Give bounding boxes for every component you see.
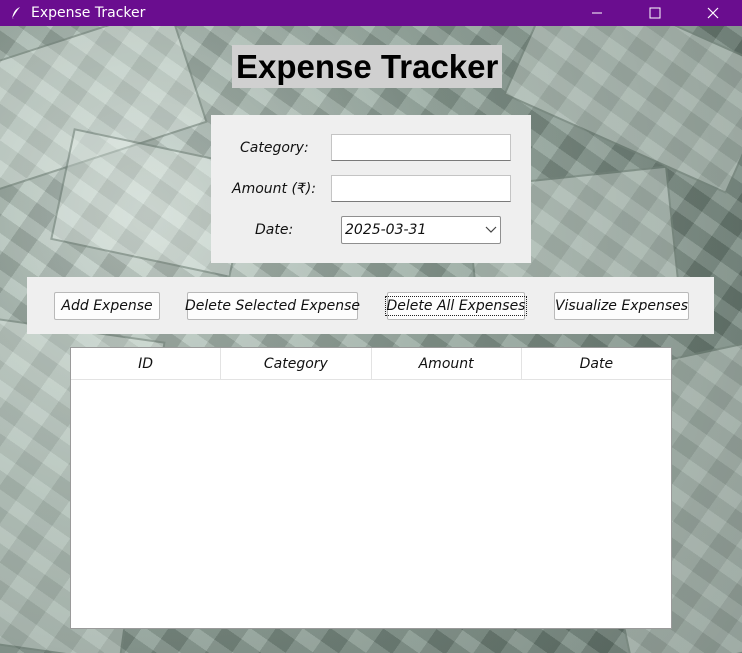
add-expense-button[interactable]: Add Expense [54,292,160,320]
close-icon [707,7,719,19]
close-button[interactable] [684,0,742,26]
visualize-label: Visualize Expenses [554,298,689,314]
window-title: Expense Tracker [31,5,146,21]
expense-form: Category: Amount (₹): Date: 2025-03-31 [211,115,531,263]
amount-label: Amount (₹): [232,181,317,197]
button-bar: Add Expense Delete Selected Expense Dele… [27,277,714,334]
table-header: ID Category Amount Date [71,348,671,380]
date-picker[interactable]: 2025-03-31 [341,216,501,244]
delete-selected-button[interactable]: Delete Selected Expense [185,292,360,320]
add-expense-label: Add Expense [61,298,153,314]
expense-table[interactable]: ID Category Amount Date [70,347,672,629]
category-input[interactable] [331,134,511,161]
delete-all-label: Delete All Expenses [384,296,528,316]
maximize-icon [649,7,661,19]
maximize-button[interactable] [626,0,684,26]
column-header-id[interactable]: ID [71,348,222,379]
delete-selected-label: Delete Selected Expense [185,298,360,314]
chevron-down-icon[interactable] [482,226,500,234]
date-label: Date: [255,222,294,238]
visualize-button[interactable]: Visualize Expenses [554,292,689,320]
date-value: 2025-03-31 [345,222,427,238]
minimize-button[interactable] [568,0,626,26]
feather-icon [8,5,24,21]
column-header-date[interactable]: Date [522,348,671,379]
amount-input[interactable] [331,175,511,202]
column-header-category[interactable]: Category [221,348,372,379]
page-title: Expense Tracker [232,45,503,88]
category-label: Category: [240,140,309,156]
delete-all-button[interactable]: Delete All Expenses [384,292,528,320]
title-bar: Expense Tracker [0,0,742,26]
minimize-icon [592,12,602,14]
column-header-amount[interactable]: Amount [372,348,522,379]
